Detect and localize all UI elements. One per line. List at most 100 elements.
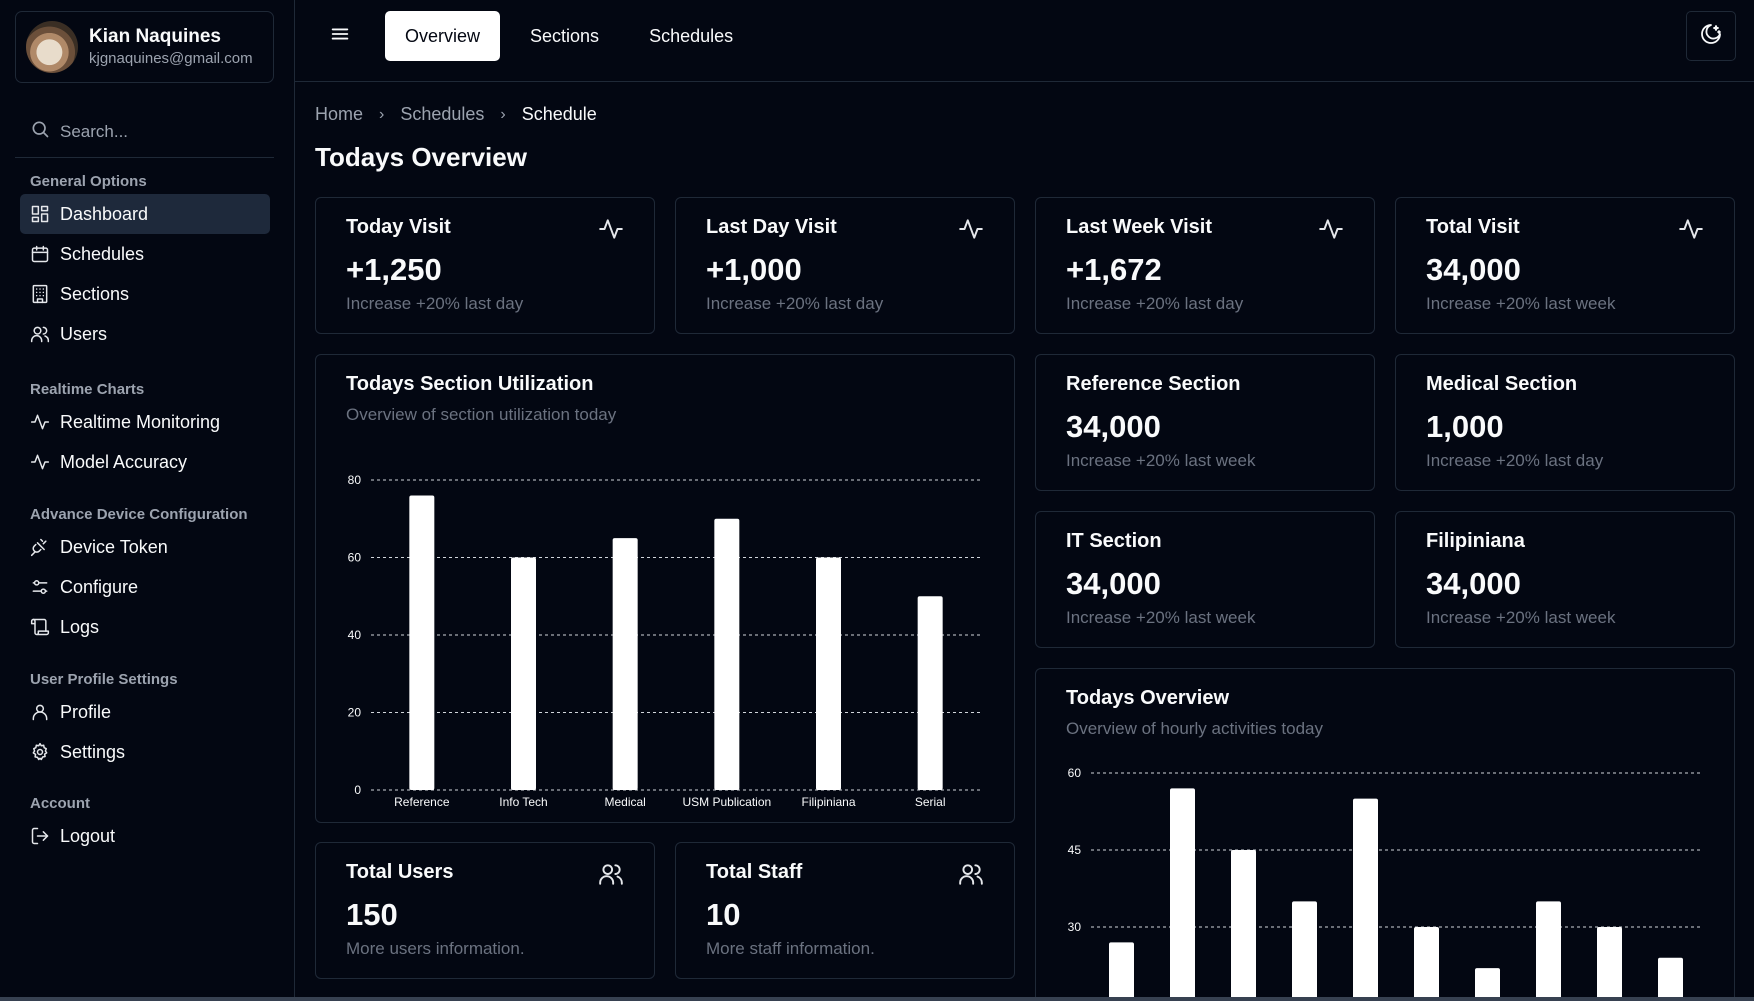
chart-subtitle: Overview of section utilization today xyxy=(346,405,617,424)
stat-subtext: Increase +20% last day xyxy=(1066,294,1244,313)
sidebar-item-realtime-monitoring[interactable]: Realtime Monitoring xyxy=(20,402,270,442)
bar-filipiniana xyxy=(816,557,841,790)
stat-title: Last Week Visit xyxy=(1066,216,1212,238)
x-tick-label: Info Tech xyxy=(499,795,547,809)
sidebar-item-label: Profile xyxy=(60,701,112,722)
bottom-scrollbar[interactable] xyxy=(0,997,1754,1001)
search-input[interactable] xyxy=(60,121,270,142)
users-icon xyxy=(598,861,624,887)
nav-group-general-options: General Options Dashboard Schedules Section… xyxy=(20,170,270,354)
tab-overview[interactable]: Overview xyxy=(385,11,501,61)
stat-value: 34,000 xyxy=(1426,566,1521,601)
chart-title: Todays Overview xyxy=(1066,687,1230,709)
chevron-right-icon: › xyxy=(379,105,385,123)
breadcrumb-schedules[interactable]: Schedules xyxy=(400,104,484,125)
breadcrumb-current: Schedule xyxy=(521,104,597,124)
activity-icon xyxy=(30,452,50,472)
sidebar-item-profile[interactable]: Profile xyxy=(20,692,270,732)
stat-value: 1,000 xyxy=(1426,409,1504,444)
tab-schedules[interactable]: Schedules xyxy=(629,11,753,61)
bar-hour-2 xyxy=(1170,788,1195,999)
bar-hour-8 xyxy=(1536,901,1561,999)
sidebar-item-settings[interactable]: Settings xyxy=(20,732,270,772)
user-info: Kian Naquines kjgnaquines@gmail.com xyxy=(89,25,253,69)
hourly-bar-chart: 30 45 60 xyxy=(1068,766,1701,999)
bar-hour-10 xyxy=(1658,957,1683,999)
theme-toggle-button[interactable] xyxy=(1686,11,1736,61)
stat-value: 34,000 xyxy=(1066,566,1161,601)
stat-value: 34,000 xyxy=(1426,252,1521,287)
bar-serial xyxy=(917,596,943,790)
y-tick-label: 0 xyxy=(354,783,361,797)
nav-group-title: Account xyxy=(30,795,90,812)
nav-group-title: Advance Device Configuration xyxy=(30,506,248,523)
users-icon xyxy=(958,861,984,887)
stat-card-today-visit: Today Visit +1,250 Increase +20% last da… xyxy=(315,197,655,334)
sidebar-item-label: Schedules xyxy=(60,243,145,264)
stat-title: Today Visit xyxy=(346,216,451,238)
y-tick-label: 30 xyxy=(1068,920,1082,934)
sidebar-item-label: Realtime Monitoring xyxy=(60,411,221,432)
bar-hour-6 xyxy=(1414,927,1439,999)
logout-icon xyxy=(30,826,50,846)
x-tick-label: Medical xyxy=(604,795,645,809)
building-icon xyxy=(30,284,50,304)
sliders-icon xyxy=(30,577,50,597)
total-staff-card: Total Staff 10 More staff information. xyxy=(675,842,1015,979)
chart-title: Todays Section Utilization xyxy=(346,373,594,395)
hourly-chart-card: Todays Overview Overview of hourly activ… xyxy=(1035,668,1735,1001)
sidebar-item-model-accuracy[interactable]: Model Accuracy xyxy=(20,442,270,482)
menu-button[interactable] xyxy=(325,24,355,48)
section-card-it: IT Section 34,000 Increase +20% last wee… xyxy=(1035,511,1375,648)
y-tick-label: 80 xyxy=(348,473,362,487)
breadcrumb-home[interactable]: Home xyxy=(315,104,363,125)
section-card-medical: Medical Section 1,000 Increase +20% last… xyxy=(1395,354,1735,491)
stat-subtext: Increase +20% last day xyxy=(1426,451,1604,470)
sidebar-item-dashboard[interactable]: Dashboard xyxy=(20,194,270,234)
sidebar-item-logout[interactable]: Logout xyxy=(20,816,270,856)
bar-hour-4 xyxy=(1292,901,1317,999)
bar-hour-1 xyxy=(1109,942,1134,999)
tab-sections[interactable]: Sections xyxy=(510,11,619,61)
sidebar-item-label: Logout xyxy=(60,825,116,846)
calendar-icon xyxy=(30,244,50,264)
x-tick-label: Filipiniana xyxy=(801,795,855,809)
stat-value: +1,000 xyxy=(706,252,802,287)
activity-icon xyxy=(598,216,624,242)
topbar: Overview Sections Schedules xyxy=(295,0,1754,82)
stat-title: Reference Section xyxy=(1066,373,1241,395)
sidebar-item-label: Logs xyxy=(60,616,100,637)
user-email: kjgnaquines@gmail.com xyxy=(89,50,253,67)
bar-reference xyxy=(409,495,435,790)
sidebar-item-label: Dashboard xyxy=(60,203,149,224)
stat-value: 10 xyxy=(706,897,741,932)
sidebar-item-label: Users xyxy=(60,323,108,344)
chart-subtitle: Overview of hourly activities today xyxy=(1066,719,1323,738)
stat-subtext: Increase +20% last week xyxy=(1066,451,1256,470)
sidebar-item-label: Model Accuracy xyxy=(60,451,188,472)
stat-value: 34,000 xyxy=(1066,409,1161,444)
section-card-filipiniana: Filipiniana 34,000 Increase +20% last we… xyxy=(1395,511,1735,648)
x-tick-label: USM Publication xyxy=(682,795,771,809)
user-name: Kian Naquines xyxy=(89,26,221,47)
sidebar-item-device-token[interactable]: Device Token xyxy=(20,527,270,567)
stat-value: +1,672 xyxy=(1066,252,1162,287)
stat-subtext: Increase +20% last week xyxy=(1426,608,1616,627)
sidebar-item-label: Device Token xyxy=(60,536,168,557)
stat-subtext: Increase +20% last week xyxy=(1426,294,1616,313)
sidebar-item-configure[interactable]: Configure xyxy=(20,567,270,607)
x-tick-label: Serial xyxy=(915,795,946,809)
activity-icon xyxy=(30,412,50,432)
utilization-chart-card: Todays Section Utilization Overview of s… xyxy=(315,354,1015,823)
sidebar-item-sections[interactable]: Sections xyxy=(20,274,270,314)
sidebar-item-label: Settings xyxy=(60,741,126,762)
page-title: Todays Overview xyxy=(315,142,527,172)
sidebar-item-users[interactable]: Users xyxy=(20,314,270,354)
user-card[interactable]: Kian Naquines kjgnaquines@gmail.com xyxy=(15,11,274,83)
main-content: Home › Schedules › Schedule Todays Overv… xyxy=(315,82,1735,1001)
stat-title: Medical Section xyxy=(1426,373,1578,395)
nav-group-user-profile-settings: User Profile Settings Profile Settings xyxy=(20,668,270,772)
stat-title: Total Users xyxy=(346,861,454,883)
sidebar-item-logs[interactable]: Logs xyxy=(20,607,270,647)
sidebar-item-schedules[interactable]: Schedules xyxy=(20,234,270,274)
